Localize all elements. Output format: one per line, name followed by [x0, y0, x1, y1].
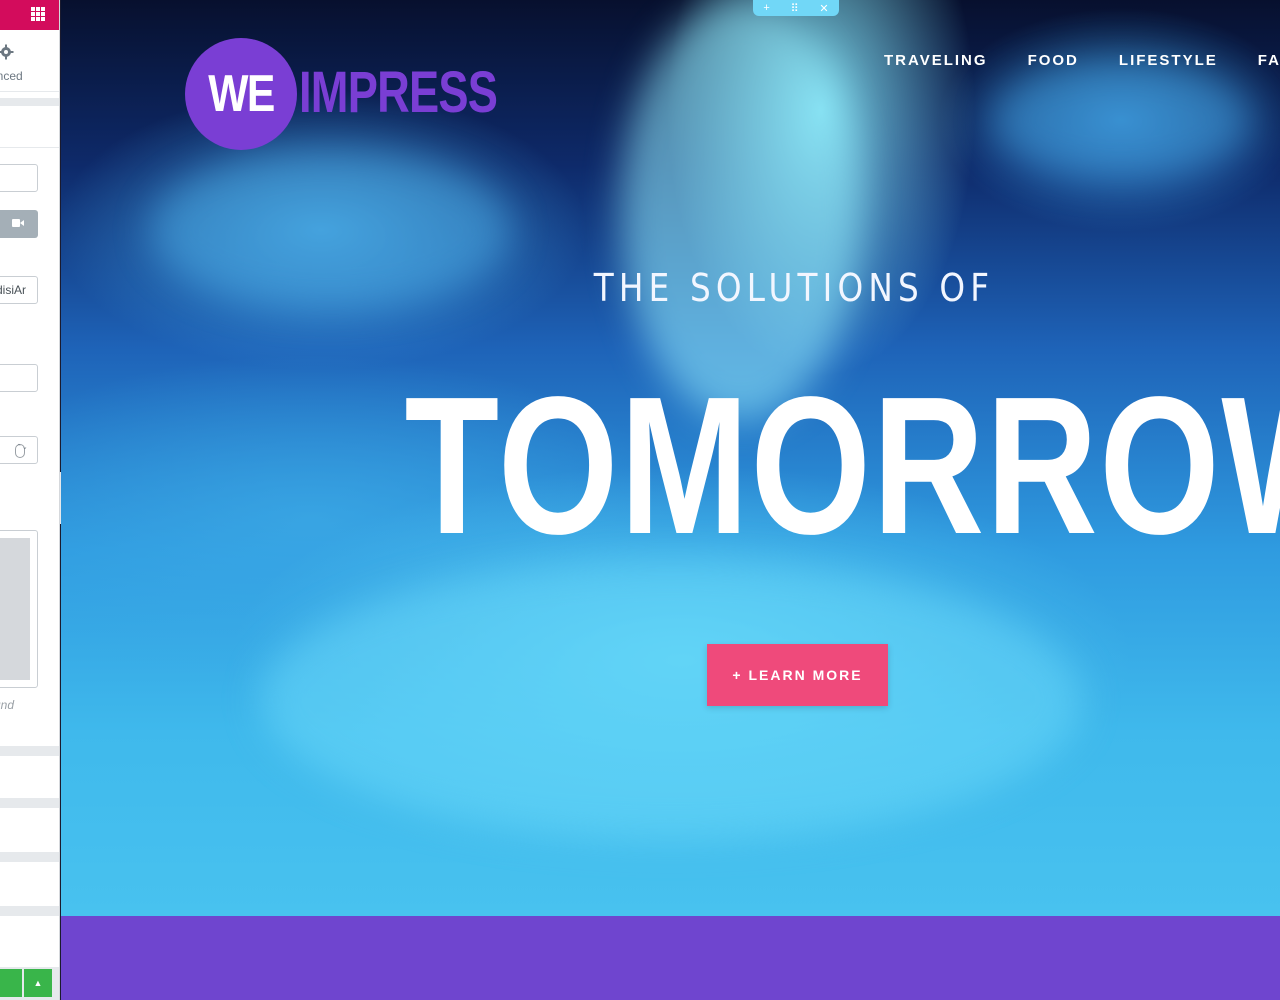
drag-handle-icon[interactable]: ⠿	[791, 2, 799, 15]
logo-impress-text: IMPRESS	[299, 60, 498, 125]
nav-item-food[interactable]: FOOD	[1028, 52, 1079, 69]
tab-advanced[interactable]: anced	[0, 69, 23, 83]
section-divider	[0, 906, 59, 916]
smoke-cloud	[261, 560, 1081, 840]
main-nav: TRAVELING FOOD LIFESTYLE FASHI	[884, 52, 1280, 69]
close-icon[interactable]: ✕	[819, 2, 828, 15]
section-divider	[0, 147, 59, 148]
video-camera-icon	[12, 219, 24, 227]
hero-title: TOMORROW	[404, 356, 1280, 575]
background-fallback-label: und	[0, 698, 15, 712]
add-section-icon[interactable]: +	[763, 2, 769, 14]
section-divider	[0, 798, 59, 808]
nav-item-fashion[interactable]: FASHI	[1258, 52, 1280, 69]
number-input[interactable]	[0, 364, 38, 392]
text-input[interactable]	[0, 164, 38, 192]
video-source-button[interactable]	[0, 210, 38, 238]
save-options-button[interactable]: ▲	[24, 969, 52, 997]
learn-more-button[interactable]: + LEARN MORE	[707, 644, 888, 706]
update-button[interactable]	[0, 969, 22, 997]
widgets-grid-icon[interactable]	[31, 7, 45, 21]
section-edit-handle[interactable]: + ⠿ ✕	[753, 0, 839, 16]
editor-panel: anced disiAr ⌃⌄ und ▲	[0, 0, 60, 1000]
section-divider	[0, 98, 59, 106]
hero-section[interactable]: + ⠿ ✕ WE IMPRESS TRAVELING FOOD LIFESTYL…	[61, 0, 1280, 916]
video-link-value: disiAr	[0, 283, 27, 297]
nav-item-lifestyle[interactable]: LIFESTYLE	[1119, 52, 1218, 69]
gear-icon[interactable]	[0, 44, 14, 60]
smoke-cloud	[991, 60, 1251, 180]
section-divider	[0, 746, 59, 756]
media-thumbnail[interactable]	[0, 538, 30, 680]
section-divider	[0, 852, 59, 862]
panel-footer: ▲	[0, 967, 59, 1000]
panel-header	[0, 0, 59, 30]
page-preview: + ⠿ ✕ WE IMPRESS TRAVELING FOOD LIFESTYL…	[61, 0, 1280, 1000]
stepper-arrows-icon[interactable]: ⌃⌄	[15, 444, 28, 458]
nav-item-traveling[interactable]: TRAVELING	[884, 52, 988, 69]
logo-we-text: WE	[208, 65, 275, 123]
hero-subtitle: THE SOLUTIONS OF	[593, 266, 995, 310]
next-section[interactable]	[61, 916, 1280, 1000]
